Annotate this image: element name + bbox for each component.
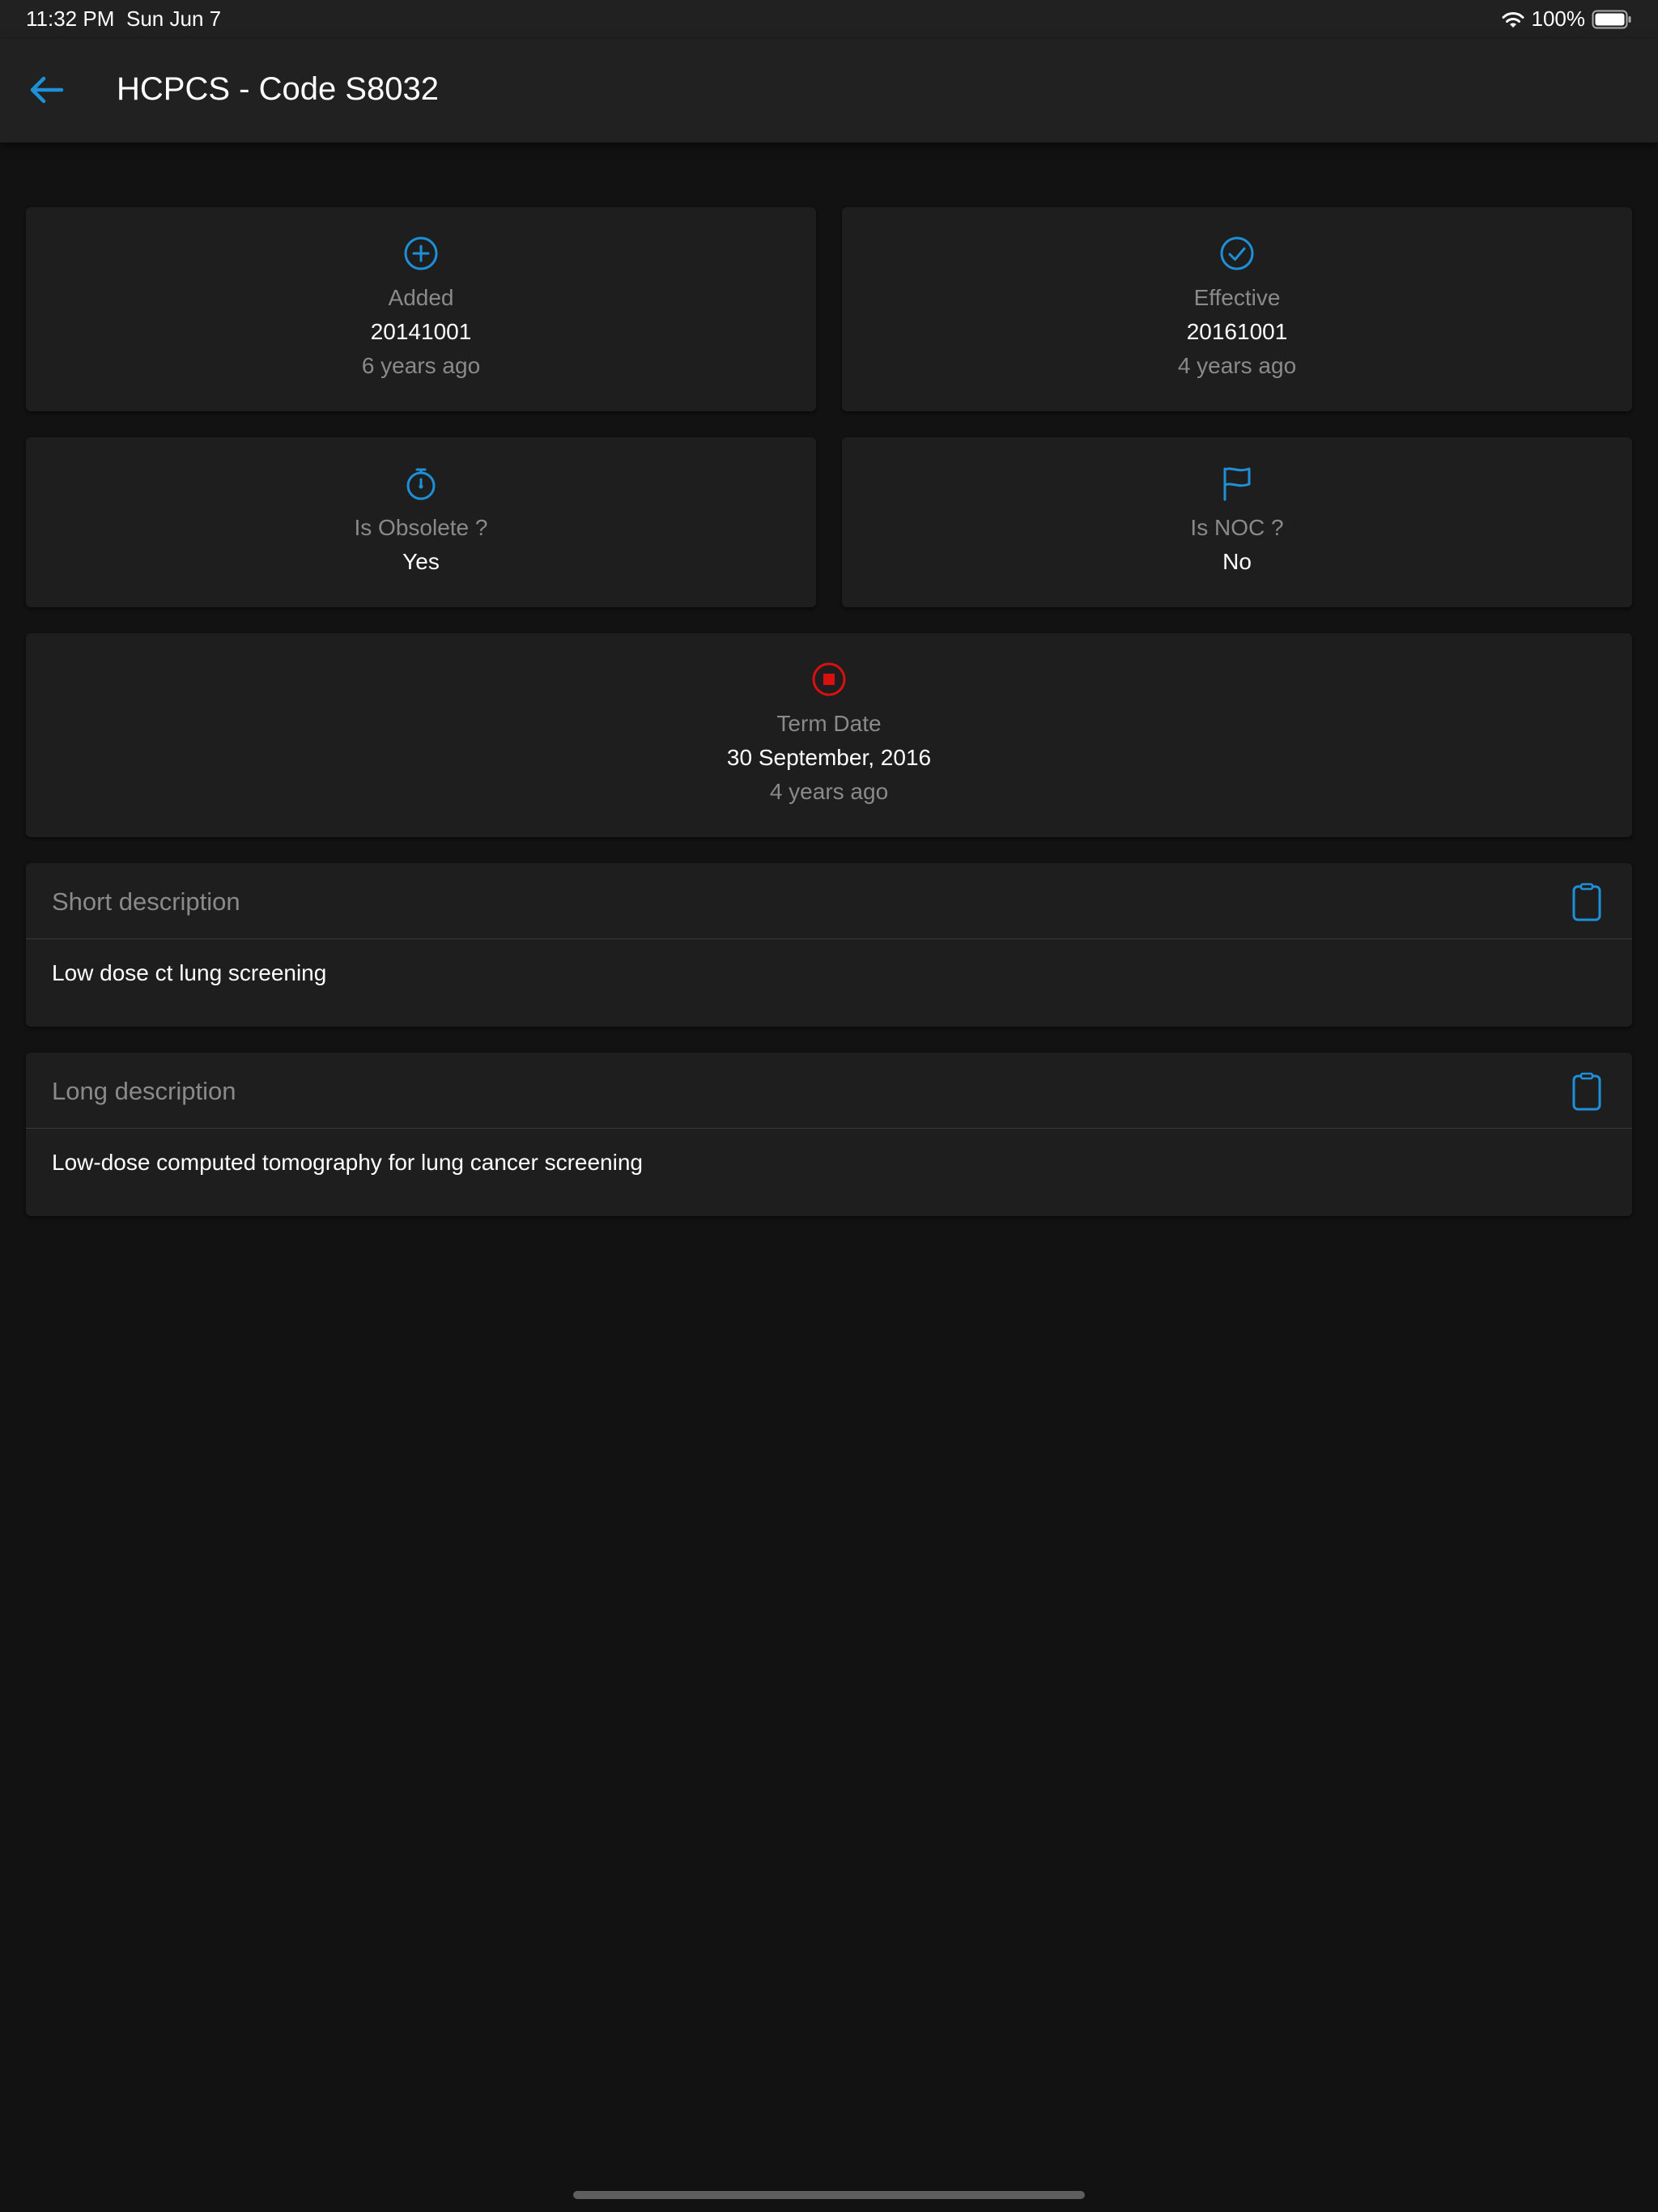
check-circle-icon [1220, 236, 1254, 270]
term-date-label: Term Date [776, 711, 882, 736]
added-value: 20141001 [370, 319, 472, 344]
long-description-card: Long description Low-dose computed tomog… [26, 1053, 1632, 1216]
page-title: HCPCS - Code S8032 [117, 71, 439, 107]
term-date-relative: 4 years ago [769, 779, 889, 804]
effective-label: Effective [1193, 285, 1281, 310]
stopwatch-icon [406, 468, 436, 500]
clipboard-icon[interactable] [1572, 1072, 1601, 1111]
home-indicator[interactable] [573, 2191, 1085, 2199]
added-label: Added [388, 285, 454, 310]
short-description-title: Short description [52, 887, 240, 916]
term-date-card: Term Date 30 September, 2016 4 years ago [26, 633, 1632, 837]
effective-card: Effective 20161001 4 years ago [842, 207, 1632, 411]
app-bar: HCPCS - Code S8032 [0, 39, 1658, 143]
stop-circle-icon [812, 662, 846, 696]
added-card: Added 20141001 6 years ago [26, 207, 816, 411]
effective-relative: 4 years ago [1177, 353, 1297, 378]
obsolete-value: Yes [402, 549, 440, 574]
noc-value: No [1222, 549, 1252, 574]
status-date: Sun Jun 7 [126, 6, 222, 31]
long-description-header: Long description [26, 1053, 1632, 1129]
battery-icon [1592, 10, 1631, 28]
added-relative: 6 years ago [361, 353, 481, 378]
plus-circle-icon [404, 236, 438, 270]
status-bar: 11:32 PM Sun Jun 7 100% [0, 0, 1658, 39]
status-time: 11:32 PM [26, 6, 115, 31]
back-arrow-icon[interactable] [24, 71, 66, 108]
long-description-title: Long description [52, 1077, 236, 1105]
short-description-text: Low dose ct lung screening [52, 960, 327, 985]
noc-card: Is NOC ? No [842, 437, 1632, 607]
battery-percent: 100% [1531, 6, 1586, 31]
short-description-header: Short description [26, 863, 1632, 939]
obsolete-card: Is Obsolete ? Yes [26, 437, 816, 607]
clipboard-icon[interactable] [1572, 883, 1601, 921]
status-indicators: 100% [1501, 6, 1633, 32]
flag-icon [1223, 467, 1251, 501]
effective-value: 20161001 [1186, 319, 1288, 344]
obsolete-label: Is Obsolete ? [354, 515, 488, 540]
noc-label: Is NOC ? [1190, 515, 1284, 540]
long-description-text: Low-dose computed tomography for lung ca… [52, 1150, 643, 1175]
term-date-value: 30 September, 2016 [726, 745, 932, 770]
short-description-card: Short description Low dose ct lung scree… [26, 863, 1632, 1027]
wifi-icon [1502, 11, 1524, 28]
